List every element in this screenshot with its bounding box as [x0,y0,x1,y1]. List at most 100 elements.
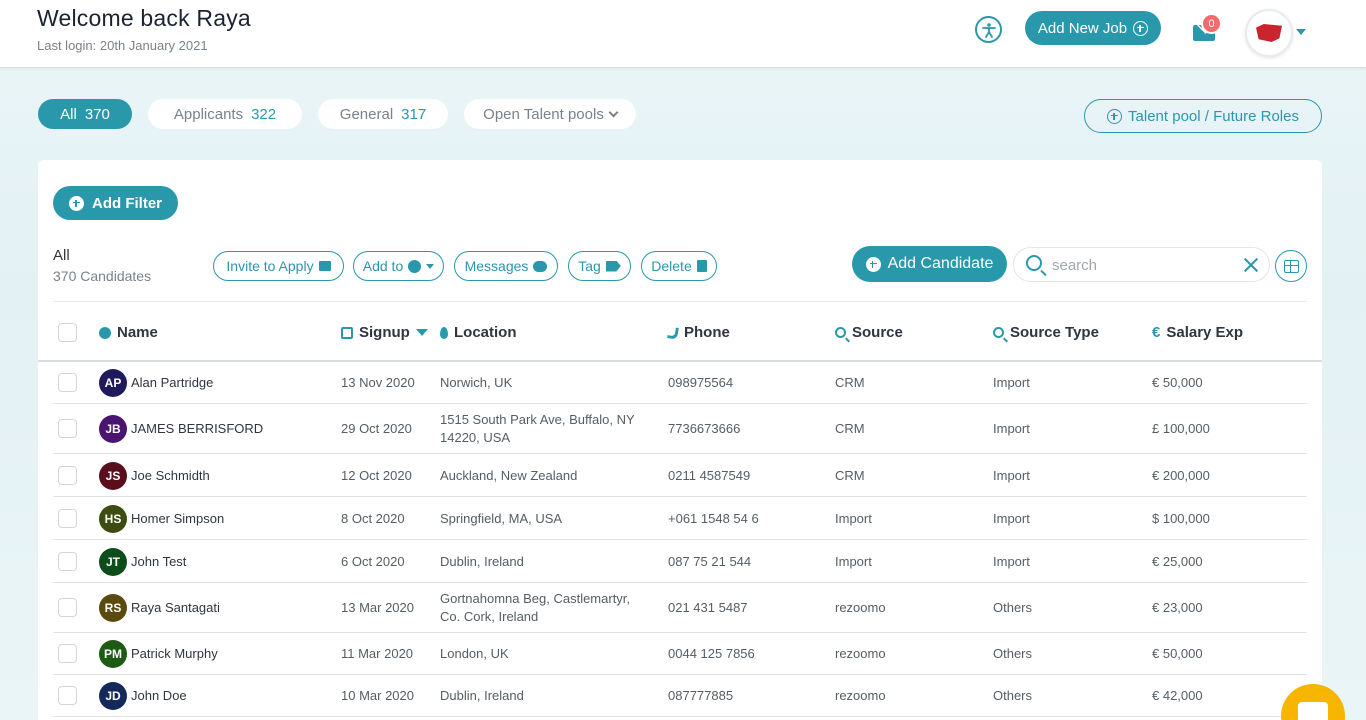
source-type-text: Import [993,510,1030,526]
plus-circle-icon [408,259,422,273]
candidate-name[interactable]: Homer Simpson [131,510,224,528]
row-checkbox[interactable] [58,686,77,705]
avatar-dropdown-caret-icon[interactable] [1296,29,1306,35]
tab-applicants-count: 322 [251,105,277,123]
add-to-button[interactable]: Add to [353,251,444,281]
location-text: Dublin, Ireland [440,688,524,703]
column-signup-label: Signup [359,324,410,341]
close-icon[interactable] [1242,256,1260,274]
chat-icon [1298,702,1328,720]
tab-applicants[interactable]: Applicants 322 [148,99,302,129]
signup-date: 13 Mar 2020 [341,600,414,615]
add-candidate-button[interactable]: Add Candidate [852,246,1007,282]
column-header-phone[interactable]: Phone [667,324,730,341]
tab-all[interactable]: All 370 [38,99,132,129]
row-checkbox[interactable] [58,644,77,663]
tag-button[interactable]: Tag [568,251,631,281]
source-text: CRM [835,467,865,483]
salary-text: € 50,000 [1152,646,1203,661]
phone-text: 0044 125 7856 [668,646,755,661]
envelope-icon [318,261,331,271]
source-type-text: Others [993,600,1033,615]
source-text: Import [835,510,872,526]
euro-icon: € [1152,324,1161,341]
invite-to-apply-button[interactable]: Invite to Apply [213,251,344,281]
salary-text: £ 100,000 [1152,421,1210,436]
table-row[interactable]: JD John Doe 10 Mar 2020 Dublin, Ireland 0877… [53,675,1307,717]
row-checkbox[interactable] [58,551,77,571]
avatar: JB [99,415,127,443]
source-type-text: Import [993,421,1030,436]
column-header-location[interactable]: Location [440,324,517,341]
column-header-signup[interactable]: Signup [341,324,428,341]
salary-text: € 42,000 [1152,688,1203,703]
table-row[interactable]: HS Homer Simpson 8 Oct 2020 Springfield, MA… [53,497,1307,540]
signup-date: 8 Oct 2020 [341,510,405,526]
phone-text: 087 75 21 544 [668,553,752,569]
column-header-source[interactable]: Source [835,324,903,341]
avatar: JD [99,682,127,710]
row-checkbox[interactable] [58,598,77,617]
location-text: 1515 South Park Ave, Buffalo, NY 14220, … [440,412,635,445]
candidate-name[interactable]: John Test [131,553,186,571]
tab-general[interactable]: General 317 [318,99,448,129]
column-header-source-type[interactable]: Source Type [993,324,1099,341]
messages-button[interactable]: Messages [454,251,558,281]
candidate-name[interactable]: JAMES BERRISFORD [131,420,263,438]
row-checkbox[interactable] [58,419,77,438]
open-talent-pools-dropdown[interactable]: Open Talent pools [464,99,636,129]
user-avatar[interactable] [1245,9,1293,57]
column-layout-button[interactable] [1275,250,1307,282]
search-input[interactable] [1052,255,1232,275]
column-source-label: Source [852,324,903,341]
plus-circle-icon [1107,108,1123,124]
table-row[interactable]: JT John Test 6 Oct 2020 Dublin, Ireland 087 … [53,540,1307,583]
candidate-name[interactable]: Joe Schmidth [131,467,210,485]
search-icon [993,327,1004,338]
open-talent-pools-label: Open Talent pools [483,105,604,123]
last-login-text: Last login: 20th January 2021 [37,38,208,53]
accessibility-figure-icon [981,22,996,38]
salary-text: $ 100,000 [1152,510,1210,526]
column-location-label: Location [454,324,517,341]
mail-count-badge: 0 [1201,13,1222,34]
delete-button[interactable]: Delete [641,251,717,281]
avatar: HS [99,504,127,533]
avatar: RS [99,594,127,622]
candidate-name[interactable]: John Doe [131,687,187,705]
source-type-text: Import [993,553,1030,569]
candidate-name[interactable]: Raya Santagati [131,599,220,617]
table-row[interactable]: RS Raya Santagati 13 Mar 2020 Gortnahomna B… [53,583,1307,633]
tab-general-count: 317 [401,105,427,123]
calendar-check-icon [341,326,353,339]
search-box [1013,247,1270,282]
select-all-checkbox[interactable] [58,323,77,342]
column-header-salary[interactable]: € Salary Exp [1152,324,1243,341]
source-text: Import [835,553,872,569]
row-checkbox[interactable] [58,373,77,392]
column-header-name[interactable]: Name [99,324,158,341]
add-new-job-button[interactable]: Add New Job [1025,11,1161,45]
location-text: Springfield, MA, USA [440,510,563,526]
accessibility-icon[interactable] [975,16,1002,43]
company-logo-icon [1256,24,1282,42]
table-row[interactable]: AP Alan Partridge 13 Nov 2020 Norwich, UK 09… [53,362,1307,404]
candidate-name[interactable]: Patrick Murphy [131,645,218,663]
row-checkbox[interactable] [58,508,77,528]
table-row[interactable]: JS Joe Schmidth 12 Oct 2020 Auckland, New Z… [53,454,1307,497]
sort-caret-down-icon[interactable] [415,329,428,336]
table-row[interactable]: JB JAMES BERRISFORD 29 Oct 2020 1515 South … [53,404,1307,454]
source-type-text: Import [993,467,1030,483]
user-circle-icon [99,326,111,339]
source-type-text: Others [993,646,1033,661]
trash-icon [696,260,707,272]
messages-label: Messages [464,258,529,274]
search-icon [835,327,846,338]
location-text: Norwich, UK [440,375,513,390]
candidate-name[interactable]: Alan Partridge [131,374,213,392]
talent-pool-future-roles-button[interactable]: Talent pool / Future Roles [1084,99,1322,133]
table-header: Name Signup Location Phone Source Source… [38,302,1322,362]
add-filter-button[interactable]: Add Filter [53,186,178,220]
row-checkbox[interactable] [58,465,77,485]
table-row[interactable]: PM Patrick Murphy 11 Mar 2020 London, UK 004… [53,633,1307,675]
